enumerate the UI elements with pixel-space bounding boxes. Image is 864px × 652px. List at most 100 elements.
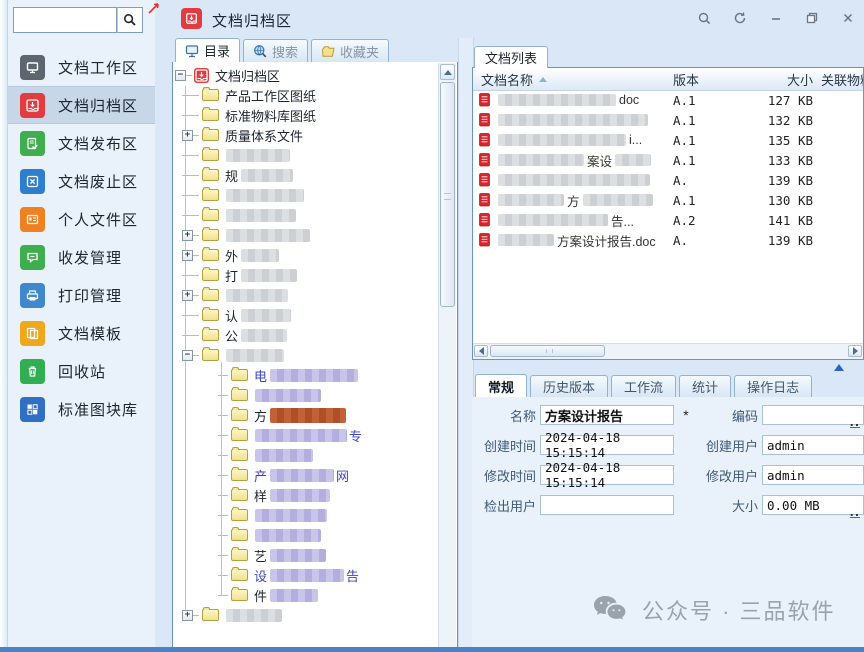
- name-field[interactable]: 方案设计报告: [540, 405, 674, 425]
- sidebar-item-个人文件区[interactable]: 个人文件区: [8, 200, 155, 238]
- sidebar-item-文档工作区[interactable]: 文档工作区: [8, 48, 155, 86]
- refresh-button[interactable]: [728, 7, 752, 29]
- sidebar-item-标准图块库[interactable]: 标准图块库: [8, 390, 155, 428]
- column-header-version[interactable]: 版本: [673, 70, 739, 89]
- redacted-label: [226, 149, 290, 162]
- tree-item-产品工作区图纸[interactable]: 产品工作区图纸: [173, 85, 439, 105]
- detail-tab-工作流[interactable]: 工作流: [611, 375, 676, 397]
- tree-item[interactable]: [173, 445, 439, 465]
- minimize-button[interactable]: [764, 7, 788, 29]
- close-button[interactable]: [836, 7, 860, 29]
- expand-plus-icon[interactable]: +: [182, 230, 193, 241]
- restore-button[interactable]: [800, 7, 824, 29]
- column-header-material[interactable]: 关联物料: [813, 70, 863, 89]
- expand-plus-icon[interactable]: +: [182, 610, 193, 621]
- expand-plus-icon[interactable]: +: [182, 290, 193, 301]
- tab-目录[interactable]: 目录: [175, 38, 240, 62]
- sidebar-item-文档废止区[interactable]: 文档废止区: [8, 162, 155, 200]
- sidebar-item-打印管理[interactable]: 打印管理: [8, 276, 155, 314]
- table-row[interactable]: i...A.1135 KB: [473, 130, 863, 150]
- modified-time-field[interactable]: 2024-04-18 15:15:14: [540, 465, 674, 485]
- collapse-panel-arrow[interactable]: [834, 364, 844, 371]
- tree-item-质量体系文件[interactable]: +质量体系文件: [173, 125, 439, 145]
- tree-item[interactable]: [173, 385, 439, 405]
- column-header-name[interactable]: 文档名称: [473, 70, 673, 89]
- revoke-icon: [25, 174, 40, 189]
- tree-item-外[interactable]: +外: [173, 245, 439, 265]
- sidebar-item-收发管理[interactable]: 收发管理: [8, 238, 155, 276]
- size-more-button[interactable]: ..: [850, 509, 860, 518]
- detail-tab-常规[interactable]: 常规: [475, 374, 527, 397]
- tree-item-规[interactable]: 规: [173, 165, 439, 185]
- tree-item[interactable]: −: [173, 345, 439, 365]
- table-row[interactable]: A.139 KB: [473, 170, 863, 190]
- table-row[interactable]: 告...A.2141 KB: [473, 210, 863, 230]
- document-icon: [479, 133, 490, 147]
- table-row[interactable]: 方A.1130 KB: [473, 190, 863, 210]
- code-field[interactable]: ..: [762, 405, 864, 425]
- tree-item-艺[interactable]: 艺: [173, 545, 439, 565]
- tree-item-件[interactable]: 件: [173, 585, 439, 605]
- table-row[interactable]: 案设A.1133 KB: [473, 150, 863, 170]
- scrollbar-thumb[interactable]: [440, 82, 455, 307]
- tree-item[interactable]: [173, 145, 439, 165]
- tree-item-产[interactable]: 产网: [173, 465, 439, 485]
- table-row[interactable]: docA.1127 KB: [473, 90, 863, 110]
- tree-item-设[interactable]: 设告: [173, 565, 439, 585]
- sidebar-item-回收站[interactable]: 回收站: [8, 352, 155, 390]
- column-header-size[interactable]: 大小: [739, 70, 813, 89]
- tab-收藏夹[interactable]: 收藏夹: [311, 39, 389, 62]
- tree-item[interactable]: 专: [173, 425, 439, 445]
- detail-tab-统计[interactable]: 统计: [679, 375, 731, 397]
- scroll-left-button[interactable]: [474, 345, 488, 357]
- tree-item-样[interactable]: 样: [173, 485, 439, 505]
- scroll-right-button[interactable]: [848, 345, 862, 357]
- checkout-user-label: 检出用户: [474, 496, 536, 515]
- tab-搜索[interactable]: 搜索: [243, 39, 308, 62]
- tree-item[interactable]: [173, 185, 439, 205]
- table-horizontal-scrollbar[interactable]: [473, 343, 863, 359]
- sidebar-item-文档发布区[interactable]: 文档发布区: [8, 124, 155, 162]
- sidebar-item-文档归档区[interactable]: 文档归档区: [8, 86, 155, 124]
- code-more-button[interactable]: ..: [850, 419, 860, 428]
- scrollbar-thumb[interactable]: [490, 345, 605, 357]
- tree-item[interactable]: +: [173, 605, 439, 625]
- tree-item-电[interactable]: 电: [173, 365, 439, 385]
- expand-plus-icon[interactable]: +: [182, 130, 193, 141]
- detail-tab-操作日志[interactable]: 操作日志: [734, 375, 812, 397]
- document-size: 127 KB: [739, 93, 813, 108]
- scroll-up-button[interactable]: [440, 64, 455, 80]
- tree-vertical-scrollbar[interactable]: [438, 63, 456, 650]
- collapse-minus-icon[interactable]: −: [175, 70, 186, 81]
- redacted-label: [270, 489, 330, 502]
- tree-item-公[interactable]: 公: [173, 325, 439, 345]
- detail-tab-历史版本[interactable]: 历史版本: [530, 375, 608, 397]
- sidebar-item-文档模板[interactable]: 文档模板: [8, 314, 155, 352]
- size-field[interactable]: 0.00 MB ..: [762, 495, 864, 515]
- expand-plus-icon[interactable]: +: [182, 250, 193, 261]
- tree-item[interactable]: [173, 205, 439, 225]
- search-button[interactable]: [692, 7, 716, 29]
- redacted-label: [255, 449, 313, 462]
- tree-item[interactable]: [173, 505, 439, 525]
- created-time-field[interactable]: 2024-04-18 15:15:14: [540, 435, 674, 455]
- table-row[interactable]: 方案设计报告.docA.139 KB: [473, 230, 863, 250]
- tab-document-list[interactable]: 文档列表: [474, 46, 548, 68]
- tree-item[interactable]: [173, 525, 439, 545]
- tree-item-认[interactable]: 认: [173, 305, 439, 325]
- favorites-icon: [321, 44, 335, 58]
- tree-item-方[interactable]: 方: [173, 405, 439, 425]
- search-button[interactable]: [117, 7, 143, 33]
- redacted-name: [498, 174, 650, 186]
- table-row[interactable]: A.1132 KB: [473, 110, 863, 130]
- tree-item[interactable]: +: [173, 285, 439, 305]
- tree-item[interactable]: +: [173, 225, 439, 245]
- created-user-field[interactable]: admin: [762, 435, 864, 455]
- tree-item-打[interactable]: 打: [173, 265, 439, 285]
- tree-item-标准物料库图纸[interactable]: 标准物料库图纸: [173, 105, 439, 125]
- collapse-minus-icon[interactable]: −: [182, 350, 193, 361]
- tree-item-文档归档区[interactable]: −文档归档区: [173, 65, 439, 85]
- search-input[interactable]: [13, 7, 117, 33]
- modified-user-field[interactable]: admin: [762, 465, 864, 485]
- checkout-user-field[interactable]: [540, 495, 674, 515]
